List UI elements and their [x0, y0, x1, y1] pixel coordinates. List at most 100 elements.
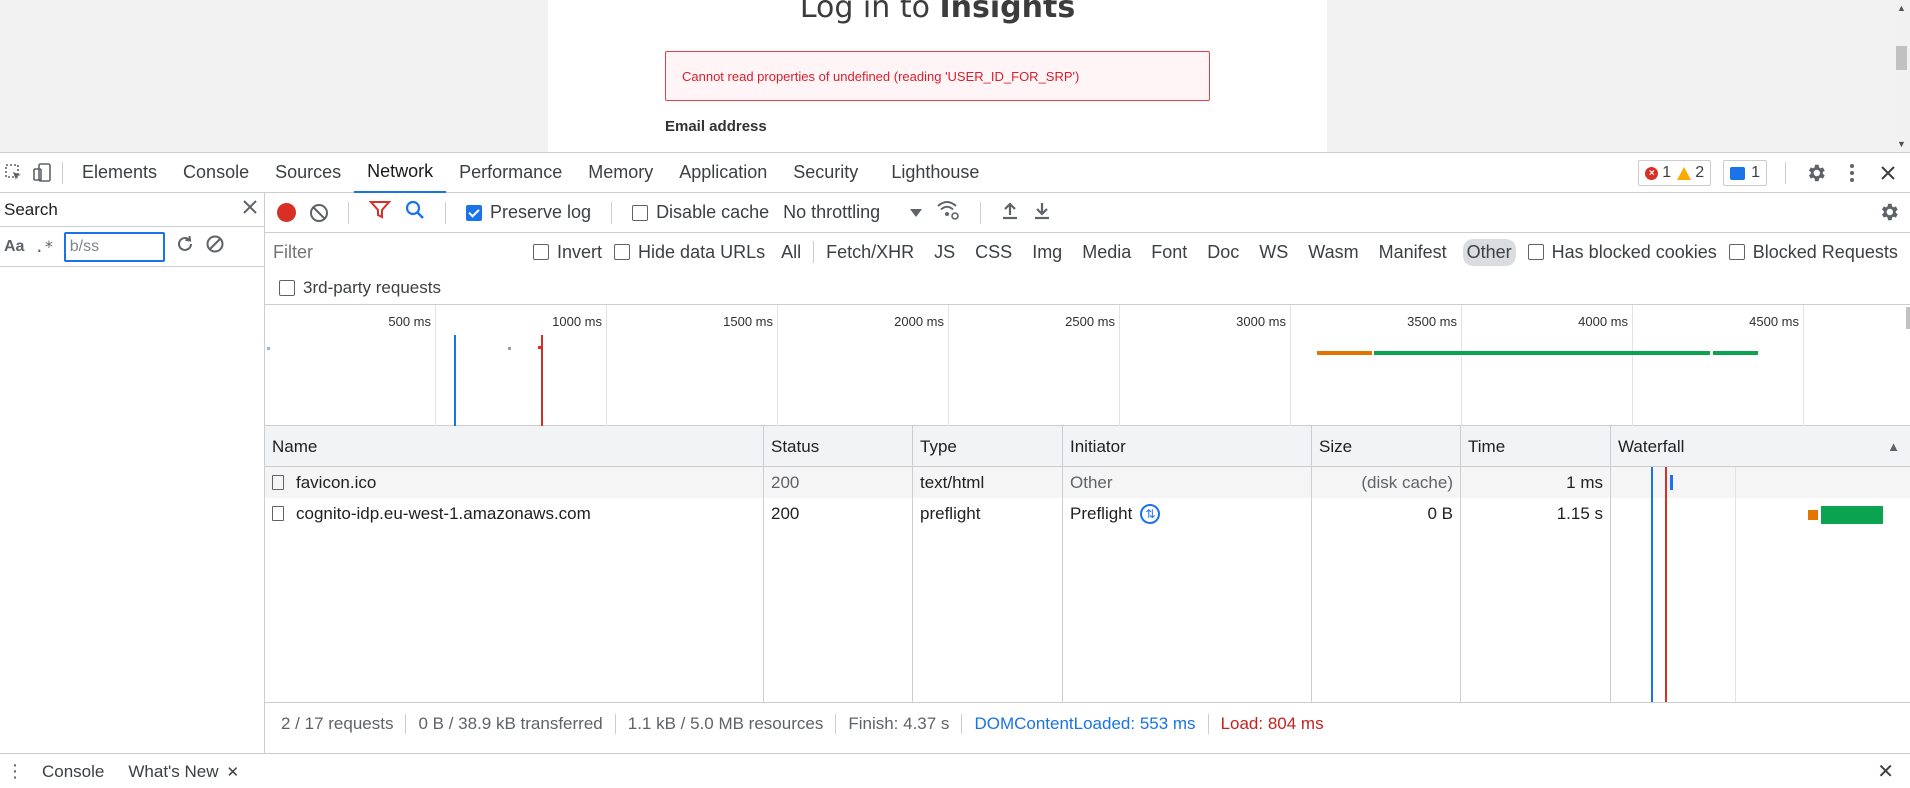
initiator-link[interactable]: Preflight	[1070, 504, 1132, 524]
third-party-checkbox[interactable]: 3rd-party requests	[279, 278, 441, 298]
column-header-size[interactable]: Size	[1312, 426, 1461, 467]
settings-gear-icon[interactable]	[1804, 161, 1828, 185]
separator	[980, 201, 982, 224]
web-page-viewport: Log in to Insights Cannot read propertie…	[0, 0, 1910, 152]
request-dot	[267, 347, 270, 350]
type-filter-ws[interactable]: WS	[1255, 239, 1292, 266]
tab-sources[interactable]: Sources	[262, 153, 354, 193]
invert-checkbox[interactable]: Invert	[533, 242, 602, 263]
tab-elements[interactable]: Elements	[69, 153, 170, 193]
close-tab-icon[interactable]: ✕	[227, 763, 240, 781]
regex-toggle[interactable]: .*	[34, 237, 53, 256]
column-header-waterfall[interactable]: Waterfall ▲	[1611, 426, 1910, 467]
more-options-icon[interactable]	[1840, 161, 1864, 185]
scroll-up-arrow-icon[interactable]: ▲	[1897, 3, 1906, 13]
has-blocked-cookies-checkbox[interactable]: Has blocked cookies	[1527, 242, 1717, 263]
invert-label: Invert	[557, 241, 603, 262]
close-devtools-icon[interactable]	[1876, 161, 1900, 185]
import-har-icon[interactable]	[1001, 200, 1019, 225]
column-header-status[interactable]: Status	[764, 426, 913, 467]
column-header-initiator[interactable]: Initiator	[1063, 426, 1312, 467]
inspect-element-icon[interactable]	[0, 153, 28, 193]
tab-security[interactable]: Security	[780, 153, 871, 193]
table-row[interactable]: favicon.ico 200 text/html Other (disk ca…	[265, 467, 1910, 498]
page-scrollbar[interactable]: ▲ ▼	[1893, 0, 1910, 152]
cell-name: favicon.ico	[265, 467, 764, 498]
device-toolbar-icon[interactable]	[28, 153, 56, 193]
disable-cache-checkbox[interactable]: Disable cache	[632, 202, 769, 223]
checkbox-icon[interactable]	[533, 244, 549, 260]
export-har-icon[interactable]	[1033, 200, 1051, 225]
network-settings-gear-icon[interactable]	[1878, 201, 1900, 228]
checkbox-icon[interactable]	[614, 244, 631, 260]
type-filter-media[interactable]: Media	[1078, 239, 1135, 266]
cell-status: 200	[764, 467, 913, 498]
throttling-select[interactable]: No throttling	[783, 202, 923, 223]
type-filter-other[interactable]: Other	[1462, 238, 1516, 266]
devtools-tabbar: Elements Console Sources Network Perform…	[0, 153, 1910, 193]
cell-size: 0 B	[1312, 498, 1461, 529]
search-input[interactable]	[63, 231, 165, 262]
filter-funnel-icon[interactable]	[368, 200, 392, 225]
preflight-arrows-icon[interactable]: ⇅	[1140, 503, 1161, 524]
cell-status: 200	[764, 498, 913, 529]
column-header-time[interactable]: Time	[1461, 426, 1611, 467]
network-conditions-icon[interactable]	[936, 199, 960, 226]
scroll-thumb[interactable]	[1896, 46, 1907, 70]
tab-network[interactable]: Network	[354, 153, 447, 193]
hide-data-urls-checkbox[interactable]: Hide data URLs	[614, 242, 765, 263]
checkbox-checked-icon[interactable]	[466, 204, 482, 221]
waterfall-request-bar	[1670, 475, 1673, 490]
tab-performance[interactable]: Performance	[446, 153, 575, 193]
cell-initiator[interactable]: Preflight ⇅	[1063, 498, 1312, 529]
match-case-toggle[interactable]: Aa	[4, 238, 24, 256]
search-icon[interactable]	[405, 200, 425, 225]
search-sidebar: Search Aa .*	[0, 193, 265, 753]
close-search-icon[interactable]	[242, 199, 258, 220]
record-icon[interactable]	[277, 203, 296, 222]
column-header-type[interactable]: Type	[913, 426, 1063, 467]
refresh-icon[interactable]	[175, 234, 195, 259]
tab-lighthouse[interactable]: Lighthouse	[871, 153, 992, 193]
issues-counter[interactable]: × 1 2	[1638, 160, 1712, 186]
transferred-size: 0 B / 38.9 kB transferred	[406, 713, 616, 734]
search-title: Search	[4, 199, 58, 219]
type-filter-img[interactable]: Img	[1028, 239, 1066, 266]
devtools-panel: Elements Console Sources Network Perform…	[0, 152, 1910, 788]
messages-counter[interactable]: 1	[1723, 160, 1767, 186]
table-row[interactable]: cognito-idp.eu-west-1.amazonaws.com 200 …	[265, 498, 1910, 529]
blocked-requests-label: Blocked Requests	[1752, 241, 1898, 262]
blocked-requests-checkbox[interactable]: Blocked Requests	[1728, 241, 1898, 263]
tab-memory[interactable]: Memory	[575, 153, 666, 193]
tab-console[interactable]: Console	[170, 153, 262, 193]
drawer-tab-console[interactable]: Console	[30, 762, 116, 782]
checkbox-icon[interactable]	[632, 204, 649, 221]
checkbox-icon[interactable]	[279, 279, 295, 296]
type-filter-doc[interactable]: Doc	[1203, 239, 1243, 266]
column-divider	[1062, 426, 1063, 702]
tab-application[interactable]: Application	[666, 153, 780, 193]
preserve-log-checkbox[interactable]: Preserve log	[466, 202, 591, 223]
type-filter-all[interactable]: All	[777, 239, 805, 266]
checkbox-icon[interactable]	[1527, 244, 1544, 260]
checkbox-icon[interactable]	[1728, 244, 1745, 260]
column-header-name[interactable]: Name	[265, 426, 764, 467]
type-filter-fetch-xhr[interactable]: Fetch/XHR	[822, 239, 918, 266]
search-controls: Aa .*	[0, 227, 264, 267]
type-filter-wasm[interactable]: Wasm	[1304, 239, 1362, 266]
scroll-down-arrow-icon[interactable]: ▼	[1897, 139, 1906, 149]
drawer-tab-whats-new[interactable]: What's New ✕	[116, 762, 251, 782]
overview-scrollbar[interactable]	[1906, 307, 1910, 329]
close-drawer-icon[interactable]: ✕	[1877, 759, 1894, 784]
drawer-menu-icon[interactable]: ⋮	[0, 761, 30, 782]
type-filter-js[interactable]: JS	[930, 239, 959, 266]
warnings-count: 2	[1695, 164, 1705, 181]
network-panel: Preserve log Disable cache No throttling	[265, 193, 1910, 753]
type-filter-font[interactable]: Font	[1147, 239, 1191, 266]
network-overview-timeline[interactable]: 500 ms 1000 ms 1500 ms 2000 ms 2500 ms 3…	[265, 305, 1910, 426]
clear-log-icon[interactable]	[310, 203, 328, 222]
clear-search-icon[interactable]	[205, 234, 225, 259]
type-filter-css[interactable]: CSS	[971, 239, 1016, 266]
filter-input[interactable]	[271, 238, 521, 266]
type-filter-manifest[interactable]: Manifest	[1375, 239, 1451, 266]
